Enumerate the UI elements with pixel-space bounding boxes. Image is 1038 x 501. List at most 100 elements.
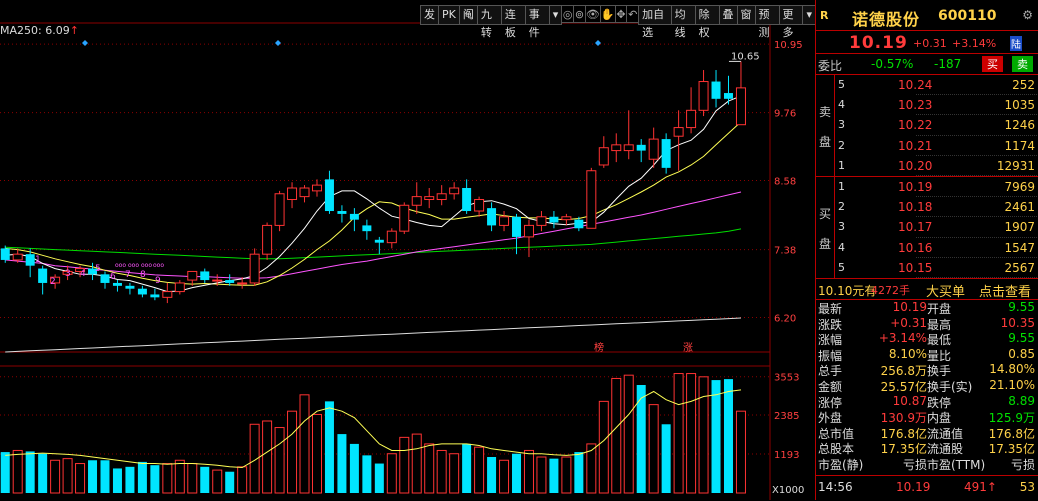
eye-icon[interactable]: 👁 (584, 5, 601, 23)
kline-chart-area[interactable]: 10.95 9.76 8.58 7.38 6.20 3553 2385 1193 X1000 10… (0, 0, 817, 500)
candle-body (735, 87, 746, 126)
ask-level-2[interactable]: 2 10.21 1174 (816, 136, 1038, 156)
ask-level-1[interactable]: 1 10.20 12931 (816, 156, 1038, 176)
toolbar-btn-4[interactable]: 连板 (500, 5, 526, 39)
candle-body (661, 139, 671, 168)
toolbar-btn-12[interactable]: 预测 (754, 5, 780, 39)
volume-bar (212, 469, 223, 494)
bid-level-4[interactable]: 4 10.16 1547 (816, 238, 1038, 258)
toolbar-btn-13[interactable]: 更多 (778, 5, 804, 39)
toolbar-btn-14[interactable]: ▾ (802, 5, 817, 25)
volume-tick-label: 2385 (774, 411, 799, 422)
volume-bar (324, 401, 334, 493)
volume-bar (100, 460, 110, 493)
tick-price: 10.19 (896, 480, 931, 494)
click-view-link[interactable]: 点击查看 (979, 281, 1031, 300)
stat-value: 17.35亿 (880, 442, 927, 457)
candle-body (287, 187, 298, 201)
webi-diff: -187 (934, 57, 962, 71)
price-tick-label: 9.76 (774, 109, 796, 120)
candle-body (137, 288, 147, 295)
deal-price: 10.10元有 (818, 284, 877, 298)
candle-body (711, 81, 721, 99)
candle-body (549, 216, 559, 223)
stat-label: 振幅 (818, 348, 843, 363)
toolbar-btn-11[interactable]: 窗 (736, 5, 756, 25)
candle-body (598, 147, 609, 166)
divider (916, 174, 1038, 176)
volume-bar (137, 461, 147, 493)
volume-bar (399, 436, 410, 494)
big-buy-order: 大买单 (926, 285, 966, 300)
level-num: 2 (838, 200, 845, 214)
hand-icon[interactable]: ✋ (599, 5, 616, 23)
volume-bar (512, 453, 522, 493)
ask-level-3[interactable]: 3 10.22 1246 (816, 115, 1038, 136)
toolbar-btn-10[interactable]: 叠 (718, 5, 738, 25)
stat-row: 最新 10.19 开盘 9.55 (816, 300, 1038, 316)
candle-body (449, 187, 460, 195)
toolbar-btn-9[interactable]: 除权 (694, 5, 720, 39)
bid-level-1[interactable]: 1 10.19 7969 (816, 177, 1038, 198)
stock-header: R 诺德股份 600110 ⚙ (816, 0, 1038, 31)
level-volume: 2461 (1004, 200, 1035, 215)
candle-body (324, 179, 334, 212)
sell-button[interactable]: 卖 (1012, 56, 1033, 72)
ask-level-4[interactable]: 4 10.23 1035 (816, 95, 1038, 116)
level-price: 10.16 (898, 240, 933, 255)
ask-level-5[interactable]: 5 10.24 252 (816, 75, 1038, 96)
big-deal-row[interactable]: 10.10元有 4272手 大买单 点击查看 (816, 279, 1038, 300)
buy-button[interactable]: 买 (982, 56, 1003, 72)
kline-chart[interactable]: 10.959.768.587.386.20355323851193X100010… (0, 0, 815, 500)
toolbar-btn-5[interactable]: 事件 (524, 5, 550, 39)
candle-body (311, 184, 322, 192)
level-price: 10.15 (898, 260, 933, 275)
volume-bar (299, 394, 310, 494)
candle-body (112, 282, 122, 286)
volume-bar (174, 459, 185, 494)
tick-time: 14:56 (818, 480, 853, 494)
toolbar-btn-0[interactable]: 发 (420, 5, 439, 25)
candle-body (686, 109, 697, 129)
volume-bar (611, 377, 622, 494)
toolbar-btn-2[interactable]: 阄 (458, 5, 478, 25)
gear-icon[interactable]: ⚙ (1022, 8, 1033, 22)
toolbar-btn-6[interactable]: ▾ (548, 5, 563, 25)
bid-level-3[interactable]: 3 10.17 1907 (816, 217, 1038, 238)
level-price: 10.20 (898, 158, 933, 173)
stat-value: 176.8亿 (880, 426, 927, 441)
volume-bar (200, 466, 210, 493)
toolbar-btn-8[interactable]: 均线 (670, 5, 696, 39)
stat-row: 涨跌 +0.31 最高 10.35 (816, 316, 1038, 332)
volume-bar (536, 456, 547, 494)
stat-value: 14.80% (989, 362, 1035, 377)
stat-label: 跌停 (927, 395, 952, 410)
volume-bar (374, 463, 384, 493)
ma250-value: MA250: 6.09 (0, 24, 70, 37)
candle-body (474, 199, 485, 212)
last-price: 10.19 (849, 33, 908, 53)
stat-label: 最新 (818, 302, 843, 316)
candle-body (436, 193, 447, 201)
candle-body (12, 253, 23, 261)
level-volume: 1035 (1004, 98, 1035, 113)
toolbar-btn-7[interactable]: 加自选 (638, 5, 672, 39)
up-arrow-icon: ↑ (986, 480, 997, 494)
volume-bar (698, 376, 709, 494)
stat-value: 0.85 (1008, 346, 1035, 361)
level-volume: 1907 (1004, 220, 1035, 235)
candle-body (249, 253, 260, 284)
stat-label: 最低 (927, 333, 952, 348)
bid-level-5[interactable]: 5 10.15 2567 (816, 258, 1038, 278)
candle-body (225, 280, 235, 283)
volume-bar (75, 463, 86, 494)
bid-level-2[interactable]: 2 10.18 2461 (816, 197, 1038, 218)
toolbar-btn-3[interactable]: 九转 (476, 5, 502, 39)
level-num: 3 (838, 118, 845, 132)
volume-bar (274, 427, 285, 494)
stat-value: 17.35亿 (988, 442, 1035, 457)
candle-body (462, 188, 472, 212)
toolbar-btn-1[interactable]: PK (438, 5, 460, 25)
level-volume: 1246 (1004, 118, 1035, 133)
stat-label: 外盘 (818, 411, 843, 426)
